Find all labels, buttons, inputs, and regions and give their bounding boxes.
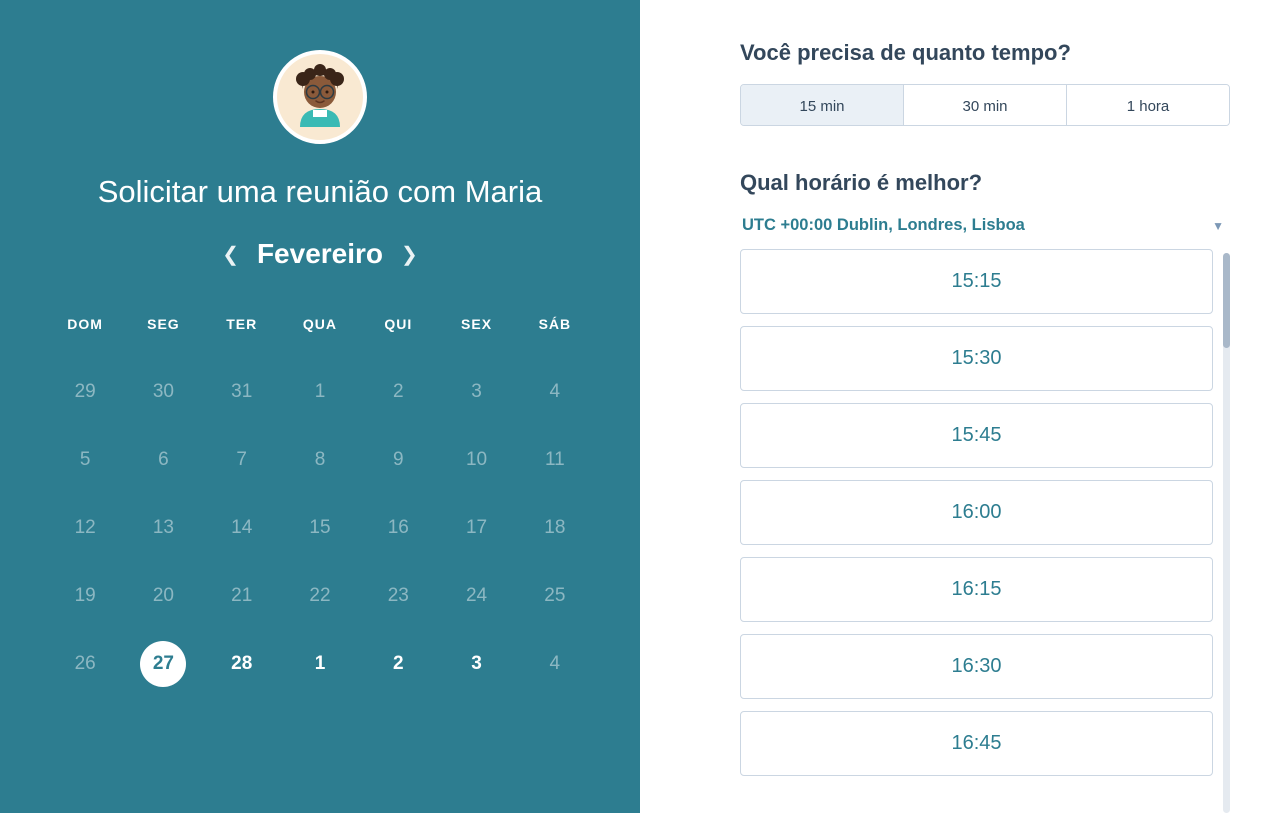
chevron-down-icon: ▼ <box>1212 219 1224 233</box>
calendar-day: 9 <box>393 426 404 494</box>
time-slot-button[interactable]: 16:45 <box>740 711 1213 776</box>
calendar-day[interactable]: 2 <box>393 630 404 698</box>
calendar-day: 31 <box>231 358 252 426</box>
calendar-panel: Solicitar uma reunião com Maria ❮ Fevere… <box>0 0 640 813</box>
calendar-day: 14 <box>231 494 252 562</box>
month-label: Fevereiro <box>257 238 383 270</box>
weekday-header: SEG <box>124 306 202 358</box>
calendar-day: 5 <box>80 426 91 494</box>
avatar <box>273 50 367 144</box>
calendar-day: 10 <box>466 426 487 494</box>
weekday-header: DOM <box>46 306 124 358</box>
calendar-day: 30 <box>153 358 174 426</box>
calendar-day: 25 <box>544 562 565 630</box>
calendar-day: 12 <box>75 494 96 562</box>
duration-heading: Você precisa de quanto tempo? <box>740 40 1230 66</box>
scrollbar-track[interactable] <box>1223 253 1230 813</box>
calendar-day: 18 <box>544 494 565 562</box>
calendar-day: 15 <box>309 494 330 562</box>
timezone-label: UTC +00:00 Dublin, Londres, Lisboa <box>742 216 1025 235</box>
next-month-button[interactable]: ❯ <box>401 242 418 267</box>
weekday-header: QUI <box>359 306 437 358</box>
page-title: Solicitar uma reunião com Maria <box>98 174 543 210</box>
calendar-day: 26 <box>75 630 96 698</box>
calendar-grid: DOMSEGTERQUAQUISEXSÁB 293031123456789101… <box>46 306 594 698</box>
time-slot-button[interactable]: 16:00 <box>740 480 1213 545</box>
booking-panel: Você precisa de quanto tempo? 15 min30 m… <box>640 0 1280 813</box>
calendar-day: 21 <box>231 562 252 630</box>
calendar-day[interactable]: 1 <box>315 630 326 698</box>
timezone-dropdown[interactable]: UTC +00:00 Dublin, Londres, Lisboa ▼ <box>740 214 1230 249</box>
time-slot-button[interactable]: 16:30 <box>740 634 1213 699</box>
calendar-day-selected[interactable]: 27 <box>140 641 186 687</box>
time-slots-container: 15:15 15:30 15:45 16:00 16:15 16:30 16:45 <box>740 249 1230 813</box>
calendar-day[interactable]: 3 <box>471 630 482 698</box>
calendar-day: 16 <box>388 494 409 562</box>
month-navigation: ❮ Fevereiro ❯ <box>222 238 418 270</box>
duration-option[interactable]: 30 min <box>903 85 1066 125</box>
calendar-day: 17 <box>466 494 487 562</box>
calendar-day[interactable]: 28 <box>231 630 252 698</box>
avatar-person-icon <box>280 57 360 137</box>
calendar-day: 4 <box>550 630 561 698</box>
duration-option[interactable]: 1 hora <box>1066 85 1229 125</box>
time-slot-button[interactable]: 15:15 <box>740 249 1213 314</box>
prev-month-button[interactable]: ❮ <box>222 242 239 267</box>
calendar-day: 20 <box>153 562 174 630</box>
calendar-day: 8 <box>315 426 326 494</box>
time-slot-button[interactable]: 15:30 <box>740 326 1213 391</box>
weekday-header: SÁB <box>516 306 594 358</box>
duration-option[interactable]: 15 min <box>741 85 903 125</box>
duration-selector: 15 min30 min1 hora <box>740 84 1230 126</box>
weekday-header: QUA <box>281 306 359 358</box>
calendar-day: 3 <box>471 358 482 426</box>
time-heading: Qual horário é melhor? <box>740 170 1230 196</box>
calendar-day: 22 <box>309 562 330 630</box>
weekday-header: TER <box>203 306 281 358</box>
calendar-day: 19 <box>75 562 96 630</box>
calendar-day: 4 <box>550 358 561 426</box>
calendar-day: 1 <box>315 358 326 426</box>
time-slots-scroll[interactable]: 15:15 15:30 15:45 16:00 16:15 16:30 16:45 <box>740 249 1223 813</box>
calendar-day: 13 <box>153 494 174 562</box>
calendar-day: 23 <box>388 562 409 630</box>
weekday-header: SEX <box>437 306 515 358</box>
calendar-day: 24 <box>466 562 487 630</box>
calendar-day: 6 <box>158 426 169 494</box>
time-slot-button[interactable]: 15:45 <box>740 403 1213 468</box>
calendar-day: 29 <box>75 358 96 426</box>
scrollbar-thumb[interactable] <box>1223 253 1230 348</box>
calendar-day: 2 <box>393 358 404 426</box>
calendar-day: 7 <box>236 426 247 494</box>
time-slot-button[interactable]: 16:15 <box>740 557 1213 622</box>
calendar-day: 11 <box>545 426 565 494</box>
